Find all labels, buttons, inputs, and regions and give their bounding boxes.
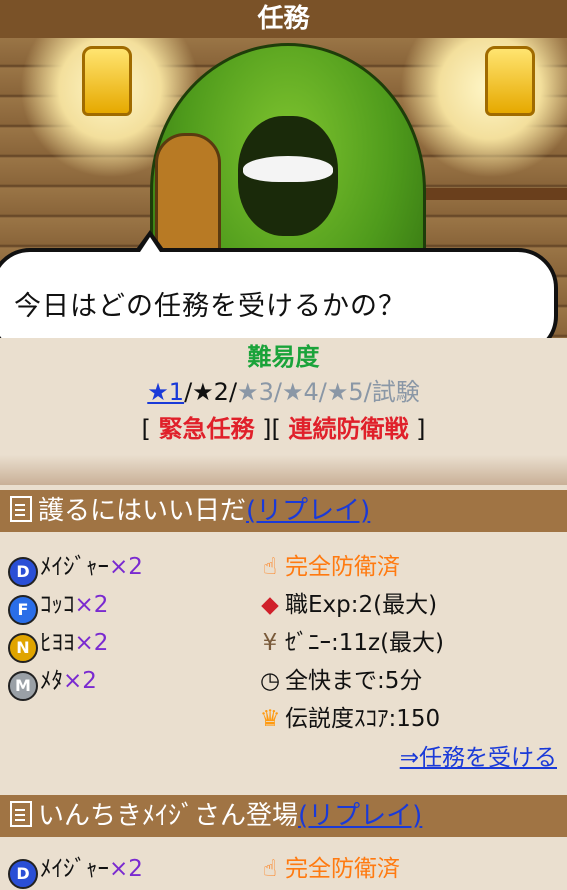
bracket-close: ] (262, 415, 272, 443)
zeni-row: ¥ ｾﾞﾆｰ:11z(最大) (257, 624, 444, 662)
difficulty-star-1[interactable]: ★1 (147, 378, 184, 406)
mission-header: いんちきﾒｲｼﾞさん登場(リプレイ) (0, 795, 567, 837)
enemy-name: ﾒﾀ (40, 668, 63, 694)
dialog-text: 今日はどの任務を受けるかの？ (14, 291, 406, 322)
enemy-name: ﾋﾖﾖ (40, 630, 75, 656)
enemy-name: ﾒｲｼﾞｬｰ (40, 856, 109, 882)
zeni-text: ｾﾞﾆｰ:11z(最大) (285, 630, 445, 656)
replay-link[interactable]: (リプレイ) (298, 801, 422, 831)
status-text: 完全防衛済 (285, 554, 400, 580)
enemy-count: ×2 (74, 630, 109, 656)
enemy-count: ×2 (63, 668, 97, 694)
money-bag-icon: ¥ (262, 630, 278, 656)
mission-header: 護るにはいい日だ(リプレイ) (0, 490, 567, 532)
bracket-open: [ (141, 415, 151, 443)
document-icon (10, 496, 32, 522)
lamp-glow-right (400, 38, 567, 178)
difficulty-trial: 試験 (371, 378, 420, 406)
separator: / (363, 378, 372, 406)
enemy-name: ｺｯｺ (40, 592, 75, 618)
job-exp-text: 職Exp:2(最大) (285, 592, 438, 618)
difficulty-panel: 難易度 ★1/★2/★3/★4/★5/試験 [ 緊急任務 ][ 連続防衛戦 ] (0, 340, 567, 448)
legend-score-row: ♛ 伝説度ｽｺｱ:150 (257, 700, 444, 738)
mission-title: 護るにはいい日だ (38, 496, 247, 526)
difficulty-star-5: ★5 (326, 378, 364, 406)
crown-icon: ♛ (259, 706, 281, 732)
mission-type-links: [ 緊急任務 ][ 連続防衛戦 ] (0, 410, 567, 448)
mission-title: いんちきﾒｲｼﾞさん登場 (38, 801, 299, 831)
enemy-row: D ﾒｲｼﾞｬｰ×2 (8, 850, 143, 889)
character-face (238, 116, 338, 236)
replay-link[interactable]: (リプレイ) (246, 496, 370, 526)
hand-icon: ☝ (262, 856, 277, 882)
separator: / (273, 378, 282, 406)
monster-badge-icon: D (8, 557, 38, 587)
separator: / (184, 378, 193, 406)
difficulty-title: 難易度 (247, 343, 320, 371)
accept-mission-link[interactable]: ⇒任務を受ける (400, 738, 557, 772)
status-text: 完全防衛済 (285, 856, 400, 882)
difficulty-star-3: ★3 (237, 378, 274, 406)
clock-icon: ◷ (259, 668, 281, 694)
document-icon (10, 801, 32, 827)
recovery-text: 全快まで:5分 (285, 668, 423, 694)
bracket-close: ] (416, 415, 426, 443)
separator: / (228, 378, 238, 406)
lamp-icon (82, 46, 132, 116)
enemy-count: ×2 (109, 856, 143, 882)
legend-score-text: 伝説度ｽｺｱ:150 (285, 706, 441, 732)
enemy-list: D ﾒｲｼﾞｬｰ×2 F ｺｯｺ×2 N ﾋﾖﾖ×2 M ﾒﾀ×2 (8, 548, 143, 701)
enemy-row: M ﾒﾀ×2 (8, 662, 143, 701)
difficulty-selector: ★1/★2/★3/★4/★5/試験 (0, 374, 567, 410)
urgent-mission-link[interactable]: 緊急任務 (158, 415, 254, 443)
mission-giver-scene: 今日はどの任務を受けるかの？ (0, 38, 567, 338)
hand-icon: ☝ (262, 554, 277, 580)
speech-bubble: 今日はどの任務を受けるかの？ (0, 230, 558, 338)
monster-badge-icon: F (8, 595, 38, 625)
enemy-list: D ﾒｲｼﾞｬｰ×2 (8, 850, 143, 889)
mission-stats: ☝ 完全防衛済 (257, 850, 400, 888)
lamp-icon (485, 46, 535, 116)
page-title: 任務 (0, 0, 567, 38)
desk (425, 188, 567, 200)
difficulty-star-4: ★4 (281, 378, 319, 406)
bracket-open: [ (271, 415, 281, 443)
enemy-row: F ｺｯｺ×2 (8, 586, 143, 625)
enemy-row: D ﾒｲｼﾞｬｰ×2 (8, 548, 143, 587)
monster-badge-icon: D (8, 859, 38, 889)
recovery-row: ◷ 全快まで:5分 (257, 662, 444, 700)
diamond-icon: ◆ (261, 592, 279, 618)
job-exp-row: ◆ 職Exp:2(最大) (257, 586, 444, 624)
monster-badge-icon: N (8, 633, 38, 663)
enemy-name: ﾒｲｼﾞｬｰ (40, 554, 109, 580)
separator: / (318, 378, 327, 406)
enemy-count: ×2 (74, 592, 109, 618)
enemy-count: ×2 (109, 554, 143, 580)
monster-badge-icon: M (8, 671, 38, 701)
status-row: ☝ 完全防衛済 (257, 548, 444, 586)
continuous-defense-link[interactable]: 連続防衛戦 (289, 415, 409, 443)
difficulty-star-2[interactable]: ★2 (192, 378, 229, 406)
enemy-row: N ﾋﾖﾖ×2 (8, 624, 143, 663)
torn-paper-divider (0, 455, 567, 485)
status-row: ☝ 完全防衛済 (257, 850, 400, 888)
mission-stats: ☝ 完全防衛済 ◆ 職Exp:2(最大) ¥ ｾﾞﾆｰ:11z(最大) ◷ 全快まで:5… (257, 548, 444, 738)
mustache-icon (243, 156, 333, 182)
